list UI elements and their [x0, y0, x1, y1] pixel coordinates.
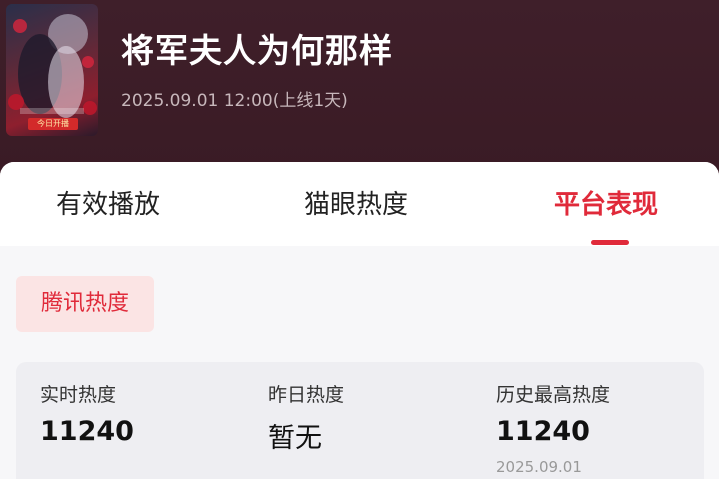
yesterday-heat-label: 昨日热度: [268, 384, 345, 406]
poster-artwork: [8, 14, 97, 118]
tab-effective-plays[interactable]: 有效播放: [56, 184, 160, 221]
yesterday-heat-value: 暂无: [268, 423, 322, 454]
drama-header: 今日开播 将军夫人为何那样 2025.09.01 12:00(上线1天): [0, 0, 719, 170]
realtime-heat-value: 11240: [40, 416, 134, 447]
active-tab-indicator: [591, 240, 629, 245]
drama-poster[interactable]: 今日开播: [6, 4, 98, 136]
realtime-heat-label: 实时热度: [40, 384, 117, 406]
peak-heat-value: 11240: [496, 416, 590, 447]
poster-tag: 今日开播: [28, 118, 78, 130]
heat-stats-panel: 实时热度 11240 昨日热度 暂无 历史最高热度 11240 2025.09.…: [16, 362, 704, 479]
tab-platform-performance[interactable]: 平台表现: [554, 184, 658, 221]
stats-card: 有效播放 猫眼热度 平台表现 腾讯热度 实时热度 11240 昨日热度 暂无 历…: [0, 162, 719, 479]
release-info: 2025.09.01 12:00(上线1天): [121, 91, 348, 111]
peak-heat-label: 历史最高热度: [496, 384, 611, 406]
drama-title: 将军夫人为何那样: [121, 31, 393, 70]
tab-bar: 有效播放 猫眼热度 平台表现: [0, 162, 719, 246]
peak-heat-date: 2025.09.01: [496, 458, 582, 476]
tab-maoyan-heat[interactable]: 猫眼热度: [304, 184, 408, 221]
platform-chip-tencent[interactable]: 腾讯热度: [16, 276, 154, 332]
